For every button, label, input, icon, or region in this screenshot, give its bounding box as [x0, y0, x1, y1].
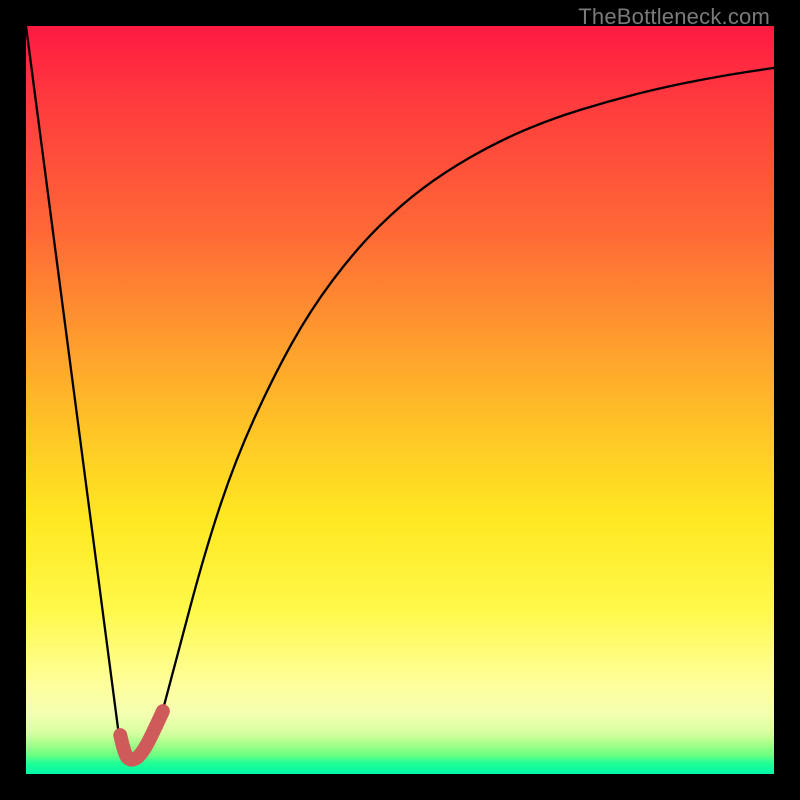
curve-left-slope [26, 26, 122, 757]
highlight-hook [120, 711, 163, 759]
watermark-text: TheBottleneck.com [578, 4, 770, 30]
chart-container: TheBottleneck.com [0, 0, 800, 800]
curve-rising [162, 68, 774, 713]
curves-svg [26, 26, 774, 774]
plot-area [26, 26, 774, 774]
